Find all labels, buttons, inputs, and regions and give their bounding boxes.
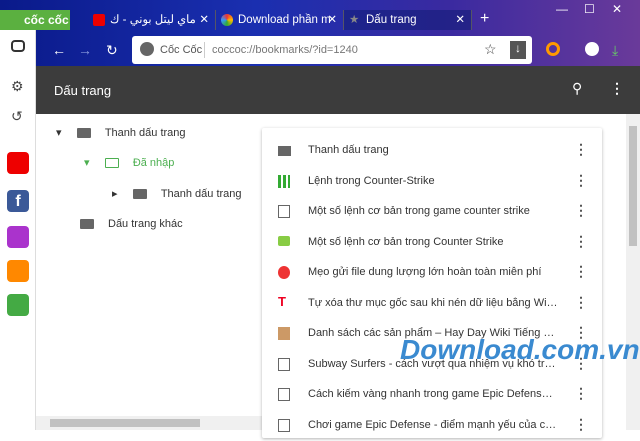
more-icon[interactable]: ⋮ xyxy=(610,80,624,97)
more-icon[interactable]: ⋮ xyxy=(574,233,588,250)
bookmark-row[interactable]: T Tự xóa thư mục gốc sau khi nén dữ liệu … xyxy=(262,289,602,319)
url-text[interactable]: coccoc://bookmarks/?id=1240 xyxy=(212,44,358,56)
tab-3[interactable]: ★ Dấu trang ✕ xyxy=(344,10,472,30)
search-app-icon[interactable] xyxy=(7,260,29,282)
map-icon[interactable] xyxy=(7,294,29,316)
bookmark-row[interactable]: Cách kiếm vàng nhanh trong game Epic Def… xyxy=(262,380,602,410)
t-logo-icon: T xyxy=(278,293,286,309)
chat-icon xyxy=(278,235,290,246)
youtube-icon xyxy=(93,14,105,26)
gear-icon[interactable]: ⚙ xyxy=(11,78,24,95)
more-icon[interactable]: ⋮ xyxy=(574,294,588,311)
close-tab-icon[interactable]: ✕ xyxy=(199,10,209,30)
omnibox-brand: Cốc Cốc xyxy=(160,44,203,56)
facebook-icon[interactable]: f xyxy=(7,190,29,212)
bookmark-title: Chơi game Epic Defense - điểm mạnh yếu c… xyxy=(308,418,558,431)
close-tab-icon[interactable]: ✕ xyxy=(327,10,337,30)
coccoc-icon xyxy=(140,42,154,56)
page-title: Dấu trang xyxy=(54,83,112,98)
more-icon[interactable]: ⋮ xyxy=(574,172,588,189)
tree-item[interactable]: Dấu trang khác xyxy=(80,218,183,230)
bookmark-title: Cách kiếm vàng nhanh trong game Epic Def… xyxy=(308,388,558,400)
bookmark-title: Một số lệnh cơ bản trong game counter st… xyxy=(308,205,530,217)
sidebar-toggle-icon[interactable] xyxy=(11,40,25,52)
bookmark-row[interactable]: Một số lệnh cơ bản trong Counter Strike ⋮ xyxy=(262,228,602,258)
folder-icon xyxy=(278,146,291,156)
download-icon[interactable]: ↓ xyxy=(510,41,526,59)
folder-open-icon xyxy=(104,158,119,169)
page-icon xyxy=(278,205,290,218)
browser-chrome: cốc cốc ماي ليتل بوني - ك ✕ Download phần… xyxy=(0,0,640,66)
bookmark-row[interactable]: Thanh dấu trang ⋮ xyxy=(262,136,602,166)
extension-icon[interactable] xyxy=(546,42,560,56)
bookmarks-header: Dấu trang ⚲ ⋮ xyxy=(36,66,640,114)
reload-button[interactable]: ↻ xyxy=(106,42,118,59)
forward-button[interactable]: → xyxy=(78,42,92,58)
sidebar: ⚙ ↺ f xyxy=(0,30,36,430)
tab-title: Download phần m xyxy=(238,14,331,26)
page-icon xyxy=(278,357,290,371)
close-tab-icon[interactable]: ✕ xyxy=(455,10,465,30)
bookmark-title: Mẹo gửi file dung lượng lớn hoàn toàn mi… xyxy=(308,266,542,278)
red-logo-icon xyxy=(278,266,290,279)
more-icon[interactable]: ⋮ xyxy=(574,263,588,280)
favicon xyxy=(221,14,233,26)
more-icon[interactable]: ⋮ xyxy=(574,141,588,158)
folder-icon xyxy=(80,219,94,230)
tab-2[interactable]: Download phần m ✕ xyxy=(216,10,344,30)
omnibox[interactable]: Cốc Cốc coccoc://bookmarks/?id=1240 ☆ ↓ xyxy=(132,36,532,64)
bookmark-title: Lệnh trong Counter-Strike xyxy=(308,174,435,187)
more-icon[interactable]: ⋮ xyxy=(574,385,588,402)
close-window-button[interactable]: ✕ xyxy=(612,2,622,16)
folder-icon xyxy=(132,189,147,200)
tree-item[interactable]: ▾ Thanh dấu trang xyxy=(56,126,186,139)
star-icon: ★ xyxy=(349,14,360,26)
watermark: Download.com.vn xyxy=(400,334,640,365)
hayday-icon xyxy=(278,327,290,340)
bookmark-list: Thanh dấu trang ⋮ Lệnh trong Counter-Strik… xyxy=(262,128,602,438)
profile-icon[interactable] xyxy=(585,42,599,56)
star-bookmark-icon[interactable]: ☆ xyxy=(484,41,497,58)
bookmark-title: Thanh dấu trang xyxy=(308,144,389,156)
page-icon xyxy=(278,388,290,401)
app-icon[interactable] xyxy=(7,226,29,248)
maximize-button[interactable]: ☐ xyxy=(584,2,595,16)
youtube-icon[interactable] xyxy=(7,152,29,174)
bookmark-title: Tự xóa thư mục gốc sau khi nén dữ liệu b… xyxy=(308,296,558,309)
tab-1[interactable]: ماي ليتل بوني - ك ✕ xyxy=(88,10,216,30)
folder-icon xyxy=(76,128,91,139)
coccoc-logo[interactable]: cốc cốc xyxy=(0,10,70,30)
bookmark-row[interactable]: Một số lệnh cơ bản trong game counter st… xyxy=(262,197,602,227)
back-button[interactable]: ← xyxy=(52,42,66,58)
grid-icon xyxy=(278,174,290,188)
tab-title: Dấu trang xyxy=(366,14,417,26)
search-icon[interactable]: ⚲ xyxy=(572,80,582,97)
minimize-button[interactable]: — xyxy=(556,2,568,16)
vertical-scrollbar[interactable] xyxy=(626,114,640,430)
folder-tree: ▾ Thanh dấu trang ▾ Đã nhập ▸ Thanh dấu … xyxy=(36,114,262,430)
bookmark-row[interactable]: Mẹo gửi file dung lượng lớn hoàn toàn mi… xyxy=(262,258,602,288)
downloads-icon[interactable]: ⤓ xyxy=(612,42,618,59)
tab-title: ماي ليتل بوني - ك xyxy=(110,14,196,26)
horizontal-scrollbar[interactable] xyxy=(36,416,262,430)
tree-item-selected[interactable]: ▾ Đã nhập xyxy=(84,156,174,169)
tree-item[interactable]: ▸ Thanh dấu trang xyxy=(112,187,242,200)
bookmark-title: Một số lệnh cơ bản trong Counter Strike xyxy=(308,235,504,248)
bookmark-row[interactable]: Chơi game Epic Defense - điểm mạnh yếu c… xyxy=(262,411,602,441)
more-icon[interactable]: ⋮ xyxy=(574,202,588,219)
new-tab-button[interactable]: + xyxy=(480,10,489,28)
history-icon[interactable]: ↺ xyxy=(11,108,23,125)
bookmark-row[interactable]: Lệnh trong Counter-Strike ⋮ xyxy=(262,167,602,197)
